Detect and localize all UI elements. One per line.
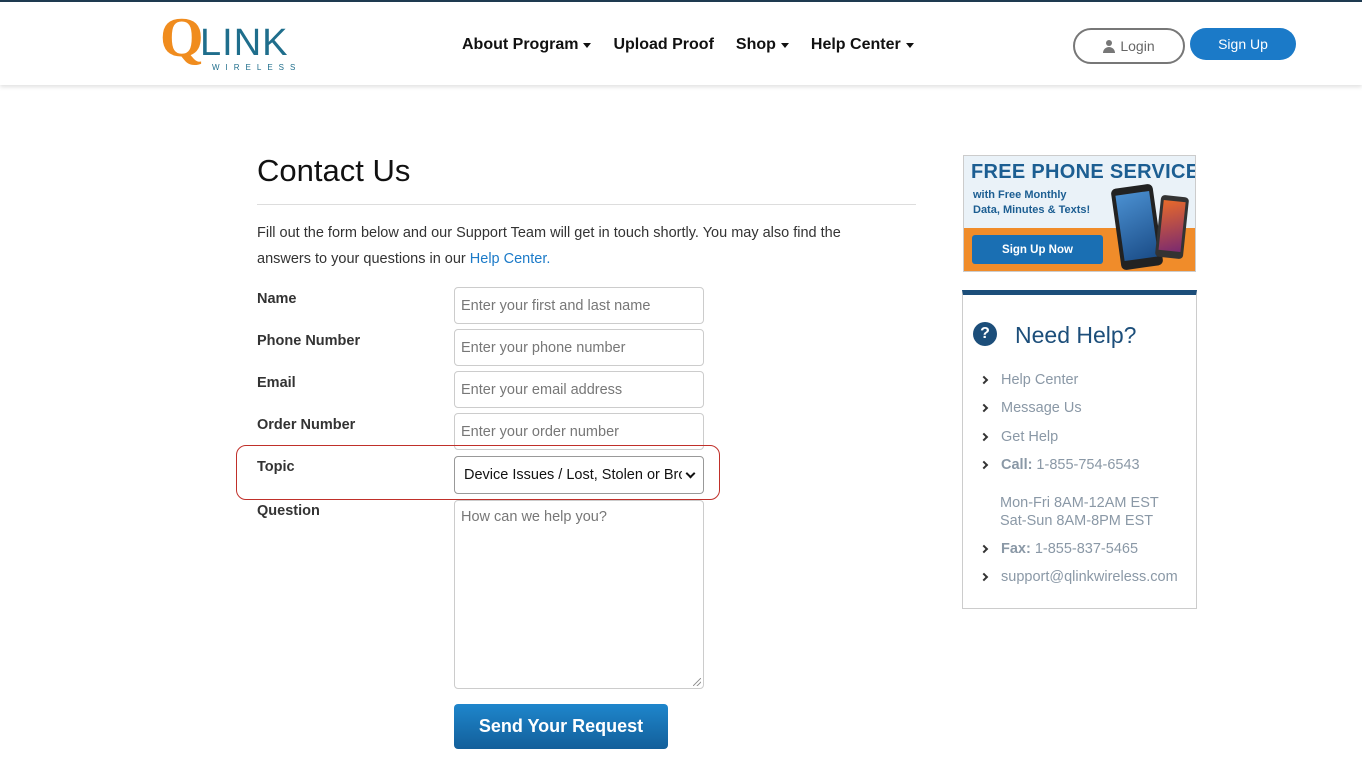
caret-down-icon — [583, 42, 592, 48]
fax-label: Fax: — [1001, 541, 1031, 557]
nav-label: Shop — [735, 36, 776, 53]
chevron-right-icon — [979, 572, 989, 582]
logo-tagline: WIRELESS — [212, 63, 302, 72]
logo-q-letter: Q — [160, 7, 204, 69]
question-textarea[interactable]: How can we help you? — [454, 500, 704, 689]
help-link-call[interactable]: Call: 1-855-754-6543 — [979, 457, 1140, 473]
user-icon — [1103, 39, 1116, 53]
nav-label: About Program — [462, 36, 579, 53]
question-label: Question — [257, 503, 320, 519]
chevron-right-icon — [979, 403, 989, 413]
nav-label: Help Center — [810, 36, 901, 53]
nav-about-program[interactable]: About Program — [462, 34, 592, 56]
login-button[interactable]: Login — [1073, 28, 1185, 64]
chevron-right-icon — [979, 460, 989, 470]
help-link-label: Message Us — [1001, 400, 1082, 416]
nav-upload-proof[interactable]: Upload Proof — [613, 34, 713, 56]
banner-subtitle-line1: with Free Monthly — [973, 189, 1067, 201]
name-placeholder: Enter your first and last name — [461, 297, 651, 314]
help-center-link[interactable]: Help Center. — [470, 251, 551, 267]
banner-subtitle-line2: Data, Minutes & Texts! — [973, 204, 1091, 216]
topic-selected-value: Device Issues / Lost, Stolen or Broken — [464, 467, 682, 483]
banner-subtitle: with Free Monthly Data, Minutes & Texts! — [973, 188, 1113, 218]
email-field[interactable]: Enter your email address — [454, 371, 704, 408]
order-number-label: Order Number — [257, 417, 356, 433]
login-label: Login — [1120, 38, 1155, 54]
phone-label: Phone Number — [257, 333, 361, 349]
main-nav: About Program Upload Proof Shop Help Cen… — [462, 34, 936, 56]
free-phone-service-banner[interactable]: FREE PHONE SERVICE with Free Monthly Dat… — [963, 155, 1196, 272]
phone-placeholder: Enter your phone number — [461, 339, 626, 356]
chevron-right-icon — [979, 544, 989, 554]
help-link-message-us[interactable]: Message Us — [979, 400, 1082, 416]
title-divider — [257, 204, 916, 205]
help-link-fax[interactable]: Fax: 1-855-837-5465 — [979, 541, 1139, 557]
phone-field[interactable]: Enter your phone number — [454, 329, 704, 366]
caret-down-icon — [780, 42, 789, 48]
help-link-label: Help Center — [1001, 372, 1079, 388]
banner-title: FREE PHONE SERVICE — [971, 161, 1196, 183]
resize-handle[interactable] — [693, 678, 701, 686]
topic-select[interactable]: Device Issues / Lost, Stolen or Broken — [454, 456, 704, 494]
support-email: support@qlinkwireless.com — [1001, 569, 1178, 585]
chevron-right-icon — [979, 375, 989, 385]
email-label: Email — [257, 375, 296, 391]
page-title: Contact Us — [257, 153, 411, 188]
caret-down-icon — [905, 42, 914, 48]
qlink-logo[interactable]: Q LINK WIRELESS — [160, 10, 305, 74]
name-label: Name — [257, 291, 297, 307]
help-link-help-center[interactable]: Help Center — [979, 372, 1079, 388]
help-link-get-help[interactable]: Get Help — [979, 429, 1059, 445]
topic-label: Topic — [257, 459, 295, 475]
name-field[interactable]: Enter your first and last name — [454, 287, 704, 324]
nav-help-center[interactable]: Help Center — [811, 34, 914, 56]
support-hours: Mon-Fri 8AM-12AM EST Sat-Sun 8AM-8PM EST — [1000, 494, 1159, 530]
nav-label: Upload Proof — [613, 36, 714, 53]
chevron-right-icon — [979, 432, 989, 442]
send-request-button[interactable]: Send Your Request — [454, 704, 668, 749]
order-number-placeholder: Enter your order number — [461, 423, 619, 440]
need-help-title: Need Help? — [1015, 322, 1137, 348]
call-number: 1-855-754-6543 — [1036, 457, 1140, 473]
chevron-down-icon — [685, 468, 696, 478]
logo-wordmark: LINK — [200, 22, 289, 64]
intro-text: Fill out the form below and our Support … — [257, 220, 897, 272]
hours-weekday: Mon-Fri 8AM-12AM EST — [1000, 495, 1159, 511]
nav-shop[interactable]: Shop — [736, 34, 789, 56]
banner-signup-button[interactable]: Sign Up Now — [972, 235, 1103, 264]
signup-button[interactable]: Sign Up — [1190, 28, 1296, 60]
need-help-panel: ? Need Help? Help Center Message Us Get … — [962, 290, 1197, 609]
help-link-email[interactable]: support@qlinkwireless.com — [979, 569, 1178, 585]
help-link-label: Get Help — [1001, 429, 1059, 445]
site-header: Q LINK WIRELESS About Program Upload Pro… — [0, 0, 1362, 85]
question-circle-icon: ? — [973, 322, 997, 346]
question-placeholder: How can we help you? — [461, 509, 607, 525]
call-label: Call: — [1001, 457, 1033, 473]
hours-weekend: Sat-Sun 8AM-8PM EST — [1000, 513, 1154, 529]
fax-number: 1-855-837-5465 — [1034, 541, 1139, 557]
email-placeholder: Enter your email address — [461, 381, 623, 398]
